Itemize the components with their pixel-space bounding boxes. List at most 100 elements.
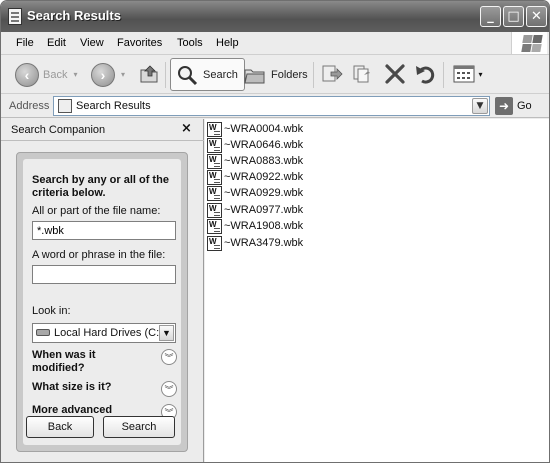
file-name: ~WRA0922.wbk: [224, 171, 304, 183]
close-icon: ✕: [531, 9, 542, 24]
list-item[interactable]: W ~WRA0922.wbk: [207, 169, 303, 185]
search-results-icon: [58, 99, 72, 113]
address-dropdown-button[interactable]: ▼: [472, 98, 488, 114]
word-backup-file-icon: W: [207, 137, 222, 153]
when-modified-label: When was it modified?: [32, 349, 96, 374]
phrase-input[interactable]: [32, 265, 176, 284]
search-button[interactable]: Search: [170, 58, 245, 91]
views-dropdown-icon: ▾: [478, 69, 483, 79]
list-item[interactable]: W ~WRA0004.wbk: [207, 121, 303, 137]
folders-label: Folders: [271, 68, 308, 81]
back-label: Back: [43, 68, 68, 81]
menu-help[interactable]: Help: [216, 37, 239, 49]
go-arrow-icon: ➜: [495, 97, 513, 115]
menu-tools[interactable]: Tools: [177, 37, 203, 49]
minimize-button[interactable]: _: [480, 6, 501, 27]
explorer-window: Search Results _ □ ✕ File Edit View Favo…: [0, 0, 550, 463]
address-field[interactable]: Search Results ▼: [53, 96, 490, 116]
search-icon: [178, 65, 198, 85]
minimize-icon: _: [487, 9, 494, 24]
delete-icon: [385, 64, 405, 84]
go-label: Go: [517, 100, 532, 112]
list-item[interactable]: W ~WRA3479.wbk: [207, 235, 303, 251]
file-name-input[interactable]: [32, 221, 176, 240]
start-search-button[interactable]: Search: [103, 416, 175, 438]
address-value: Search Results: [76, 100, 151, 112]
search-instructions: Search by any or all of the criteria bel…: [32, 174, 169, 199]
search-companion-header: Search Companion ×: [1, 119, 204, 141]
search-companion-title: Search Companion: [11, 124, 106, 136]
windows-logo-icon: [511, 32, 547, 54]
word-backup-file-icon: W: [207, 153, 222, 169]
look-in-dropdown-button[interactable]: ▼: [159, 325, 174, 341]
toolbar-separator: [313, 62, 314, 88]
delete-button[interactable]: [384, 63, 406, 85]
file-name-label: All or part of the file name:: [32, 205, 161, 217]
menu-bar: File Edit View Favorites Tools Help: [1, 32, 549, 55]
views-icon: [453, 65, 475, 83]
file-name: ~WRA1908.wbk: [224, 220, 304, 232]
file-name: ~WRA0646.wbk: [224, 139, 304, 151]
word-backup-file-icon: W: [207, 202, 222, 218]
search-criteria-panel: Search by any or all of the criteria bel…: [16, 152, 188, 452]
folders-button[interactable]: Folders: [243, 58, 308, 91]
toolbar-separator: [165, 62, 166, 88]
undo-icon: [416, 66, 435, 84]
list-item[interactable]: W ~WRA0646.wbk: [207, 137, 303, 153]
undo-button[interactable]: [414, 63, 436, 85]
menu-file[interactable]: File: [16, 37, 34, 49]
file-name: ~WRA0004.wbk: [224, 123, 304, 135]
list-item[interactable]: W ~WRA0929.wbk: [207, 185, 303, 201]
up-folder-button[interactable]: [138, 62, 160, 84]
close-button[interactable]: ✕: [526, 6, 547, 27]
menu-favorites[interactable]: Favorites: [117, 37, 162, 49]
back-button[interactable]: ‹ Back ▾: [15, 58, 77, 91]
word-backup-file-icon: W: [207, 235, 222, 251]
address-label: Address: [9, 100, 50, 112]
list-item[interactable]: W ~WRA0977.wbk: [207, 202, 303, 218]
word-backup-file-icon: W: [207, 121, 222, 137]
maximize-icon: □: [507, 9, 520, 24]
title-bar[interactable]: Search Results _ □ ✕: [1, 1, 549, 32]
list-item[interactable]: W ~WRA0883.wbk: [207, 153, 303, 169]
word-backup-file-icon: W: [207, 169, 222, 185]
look-in-select[interactable]: Local Hard Drives (C:) ▼: [32, 323, 176, 343]
folders-icon: [244, 69, 265, 83]
forward-button[interactable]: › ▾: [91, 58, 125, 91]
search-results-window-icon: [8, 8, 22, 25]
file-name: ~WRA0883.wbk: [224, 155, 304, 167]
copy-to-button[interactable]: [352, 63, 374, 85]
views-button[interactable]: ▾: [451, 63, 485, 85]
search-results-list[interactable]: W ~WRA0004.wbk W ~WRA0646.wbk W ~WRA0883.wb…: [205, 119, 549, 462]
chevron-down-icon: ▼: [162, 328, 171, 338]
copy-to-icon: [353, 65, 370, 83]
expand-chevron-icon[interactable]: ︾: [161, 349, 177, 365]
forward-arrow-icon: ›: [91, 62, 115, 87]
look-in-value: Local Hard Drives (C:): [54, 327, 163, 339]
up-folder-icon: [140, 65, 158, 83]
move-to-button[interactable]: [321, 63, 343, 85]
go-button[interactable]: ➜ Go: [495, 97, 532, 115]
address-bar: Address Search Results ▼ ➜ Go: [1, 95, 549, 118]
close-pane-icon[interactable]: ×: [181, 121, 192, 136]
standard-toolbar: ‹ Back ▾ › ▾ Search Folders ▾: [1, 56, 549, 94]
list-item[interactable]: W ~WRA1908.wbk: [207, 218, 303, 234]
search-companion-pane: Search Companion × Search by any or all …: [1, 119, 204, 462]
look-in-label: Look in:: [32, 305, 71, 317]
menu-edit[interactable]: Edit: [47, 37, 66, 49]
move-to-icon: [322, 65, 343, 82]
back-dropdown-icon[interactable]: ▾: [73, 70, 77, 79]
chevron-down-icon: ▼: [476, 101, 484, 111]
maximize-button[interactable]: □: [503, 6, 524, 27]
file-size-label: What size is it?: [32, 381, 112, 393]
word-backup-file-icon: W: [207, 185, 222, 201]
back-search-button[interactable]: Back: [26, 416, 94, 438]
when-modified-option[interactable]: When was it modified? ︾: [32, 349, 182, 377]
menu-view[interactable]: View: [80, 37, 104, 49]
forward-dropdown-icon[interactable]: ▾: [121, 70, 125, 79]
file-name: ~WRA3479.wbk: [224, 237, 304, 249]
word-backup-file-icon: W: [207, 218, 222, 234]
expand-chevron-icon[interactable]: ︾: [161, 381, 177, 397]
window-title: Search Results: [27, 8, 121, 23]
file-name: ~WRA0977.wbk: [224, 204, 304, 216]
